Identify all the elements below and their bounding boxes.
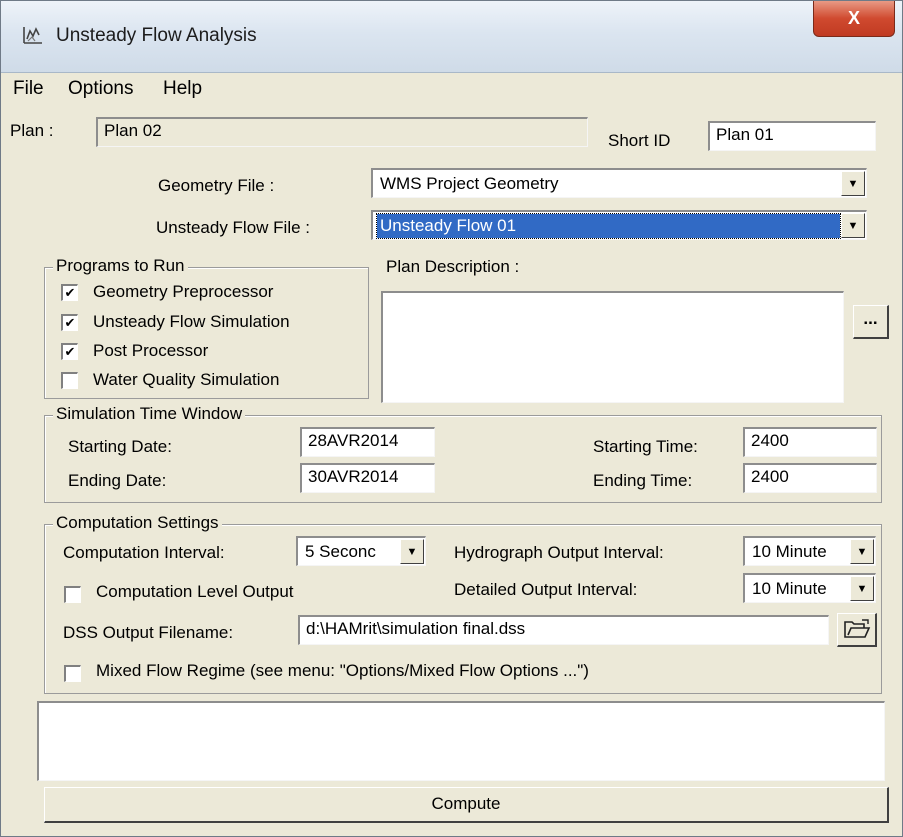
- simulation-time-window-title: Simulation Time Window: [53, 404, 246, 424]
- short-id-field[interactable]: Plan 01: [708, 121, 876, 151]
- chevron-down-icon[interactable]: ▼: [850, 539, 874, 564]
- title-bar[interactable]: Unsteady Flow Analysis X: [1, 1, 902, 73]
- chevron-down-icon[interactable]: ▼: [850, 576, 874, 601]
- ending-time-label: Ending Time:: [593, 471, 693, 490]
- menu-file[interactable]: File: [13, 78, 44, 100]
- starting-time-field[interactable]: 2400: [743, 427, 877, 457]
- chevron-down-icon[interactable]: ▼: [400, 539, 424, 564]
- geometry-preprocessor-label: Geometry Preprocessor: [93, 282, 274, 301]
- browse-description-button[interactable]: ...: [853, 305, 889, 339]
- computation-interval-value: 5 Seconc: [305, 542, 376, 561]
- starting-date-field[interactable]: 28AVR2014: [300, 427, 435, 457]
- plan-description-textarea[interactable]: [381, 291, 844, 403]
- unsteady-flow-file-value: Unsteady Flow 01: [376, 213, 841, 239]
- mixed-flow-regime-label: Mixed Flow Regime (see menu: "Options/Mi…: [96, 661, 589, 680]
- plan-name-field[interactable]: Plan 02: [96, 117, 588, 147]
- menu-help[interactable]: Help: [163, 78, 202, 100]
- computation-level-output-checkbox[interactable]: [64, 586, 81, 603]
- close-button[interactable]: X: [813, 1, 895, 37]
- computation-output-box: [37, 701, 885, 781]
- geometry-file-label: Geometry File :: [158, 176, 275, 195]
- geometry-file-value: WMS Project Geometry: [380, 174, 559, 193]
- detailed-output-interval-label: Detailed Output Interval:: [454, 580, 638, 599]
- unsteady-flow-file-label: Unsteady Flow File :: [156, 218, 310, 237]
- menu-options[interactable]: Options: [68, 78, 133, 100]
- compute-button[interactable]: Compute: [44, 787, 889, 823]
- open-folder-button[interactable]: [837, 613, 877, 647]
- detailed-output-interval-value: 10 Minute: [752, 579, 827, 598]
- post-processor-label: Post Processor: [93, 341, 209, 360]
- plan-description-label: Plan Description :: [386, 257, 520, 276]
- ending-date-label: Ending Date:: [68, 471, 167, 490]
- programs-to-run-group: Programs to Run ✔ Geometry Preprocessor …: [44, 256, 369, 399]
- hydrograph-output-interval-label: Hydrograph Output Interval:: [454, 543, 664, 562]
- programs-to-run-title: Programs to Run: [53, 256, 188, 276]
- computation-interval-label: Computation Interval:: [63, 543, 225, 562]
- ending-date-field[interactable]: 30AVR2014: [300, 463, 435, 493]
- detailed-output-interval-select[interactable]: 10 Minute ▼: [743, 573, 876, 603]
- computation-level-output-label: Computation Level Output: [96, 582, 294, 601]
- app-icon: [21, 23, 45, 47]
- mixed-flow-regime-checkbox[interactable]: [64, 665, 81, 682]
- plan-label: Plan :: [10, 121, 54, 140]
- computation-interval-select[interactable]: 5 Seconc ▼: [296, 536, 426, 566]
- unsteady-flow-simulation-checkbox[interactable]: ✔: [61, 314, 78, 331]
- dss-output-filename-field[interactable]: d:\HAMrit\simulation final.dss: [298, 615, 829, 645]
- chevron-down-icon[interactable]: ▼: [841, 213, 865, 238]
- water-quality-simulation-checkbox[interactable]: [61, 372, 78, 389]
- water-quality-simulation-label: Water Quality Simulation: [93, 370, 280, 389]
- ending-time-field[interactable]: 2400: [743, 463, 877, 493]
- chevron-down-icon[interactable]: ▼: [841, 171, 865, 196]
- window-title: Unsteady Flow Analysis: [56, 25, 257, 46]
- dss-output-filename-label: DSS Output Filename:: [63, 623, 234, 642]
- hydrograph-output-interval-select[interactable]: 10 Minute ▼: [743, 536, 876, 566]
- unsteady-flow-analysis-window: Unsteady Flow Analysis X File Options He…: [0, 0, 903, 837]
- hydrograph-output-interval-value: 10 Minute: [752, 542, 827, 561]
- short-id-label: Short ID: [608, 131, 671, 150]
- open-folder-icon: [843, 619, 870, 638]
- unsteady-flow-simulation-label: Unsteady Flow Simulation: [93, 312, 290, 331]
- unsteady-flow-file-select[interactable]: Unsteady Flow 01 ▼: [371, 210, 867, 240]
- post-processor-checkbox[interactable]: ✔: [61, 343, 78, 360]
- starting-date-label: Starting Date:: [68, 437, 172, 456]
- menu-bar: File Options Help: [1, 73, 902, 107]
- geometry-preprocessor-checkbox[interactable]: ✔: [61, 284, 78, 301]
- starting-time-label: Starting Time:: [593, 437, 698, 456]
- computation-settings-title: Computation Settings: [53, 513, 222, 533]
- geometry-file-select[interactable]: WMS Project Geometry ▼: [371, 168, 867, 198]
